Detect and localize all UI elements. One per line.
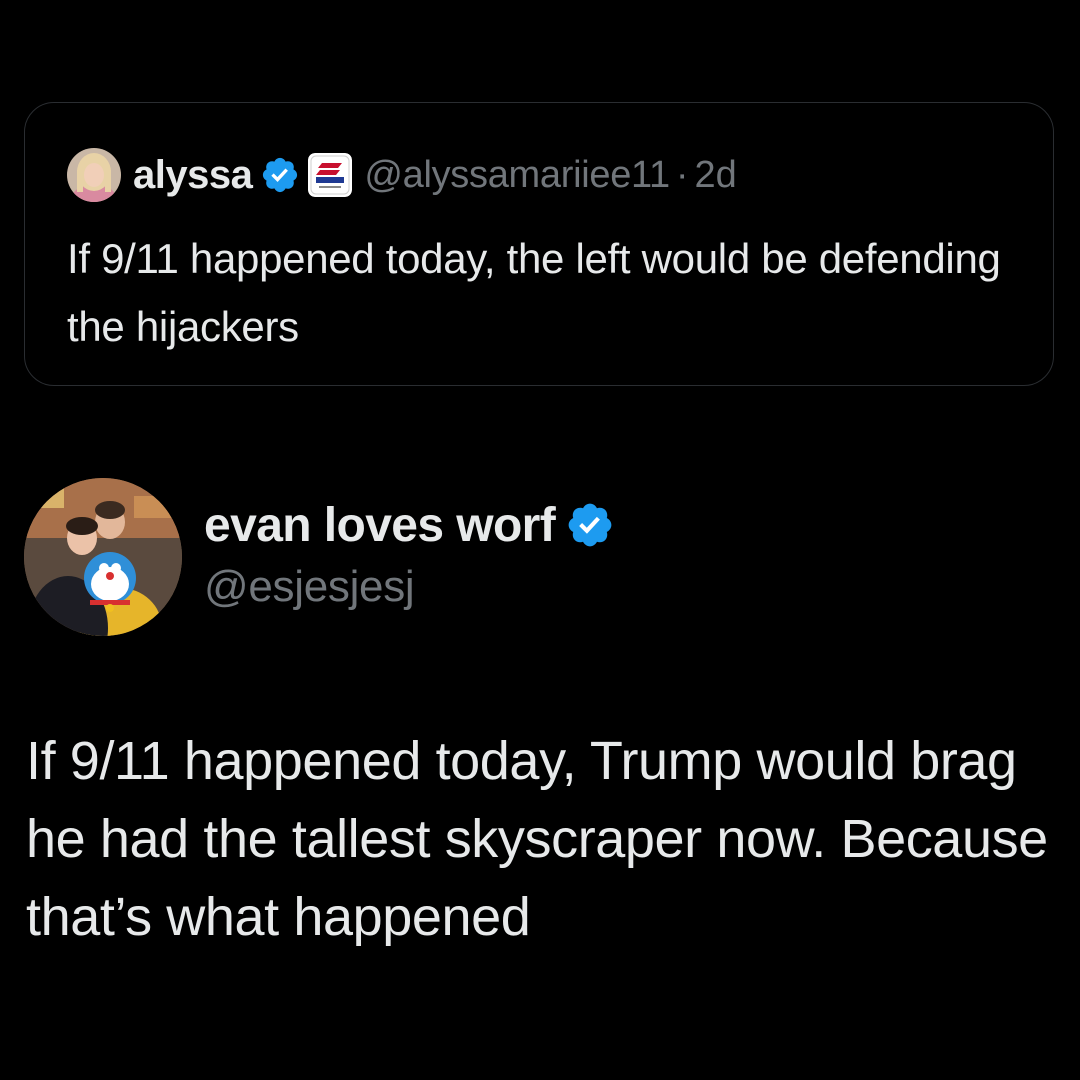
quoted-tweet-timestamp[interactable]: 2d — [695, 154, 737, 197]
header-separator: · — [675, 153, 689, 196]
author-name[interactable]: evan loves worf — [204, 498, 556, 553]
author-name-row: evan loves worf — [204, 494, 615, 556]
tweet-author: evan loves worf @esjesjesj — [24, 478, 615, 636]
american-flag-badge-icon[interactable] — [308, 153, 353, 197]
quoted-author-avatar[interactable] — [67, 148, 121, 202]
author-handle[interactable]: @esjesjesj — [204, 562, 615, 612]
quoted-tweet-card[interactable]: alyssa @alyssamariiee11 · 2d If 9/11 hap… — [24, 102, 1054, 386]
verified-badge-icon — [260, 155, 300, 195]
verified-badge-icon — [565, 500, 615, 550]
quoted-tweet-header: alyssa @alyssamariiee11 · 2d — [67, 147, 737, 203]
quoted-author-name[interactable]: alyssa — [133, 153, 253, 198]
tweet-text: If 9/11 happened today, Trump would brag… — [26, 731, 1048, 947]
author-info: evan loves worf @esjesjesj — [204, 494, 615, 612]
quoted-author-handle[interactable]: @alyssamariiee11 — [364, 154, 670, 197]
quoted-tweet-text: If 9/11 happened today, the left would b… — [67, 235, 1001, 350]
author-avatar[interactable] — [24, 478, 182, 636]
